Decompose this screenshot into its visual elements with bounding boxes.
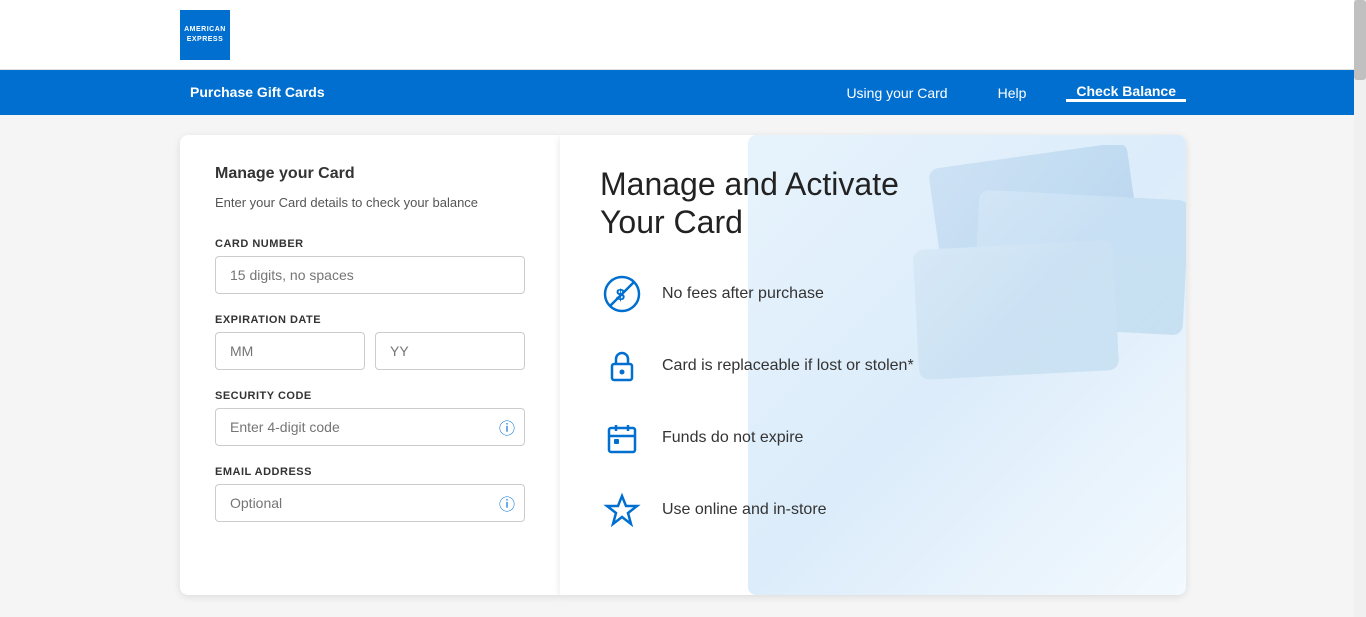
feature-no-fees: $ No fees after purchase — [600, 272, 1146, 316]
form-title: Manage your Card — [215, 165, 525, 183]
nav-left: Purchase Gift Cards — [180, 84, 836, 102]
expiration-group: EXPIRATION DATE — [215, 314, 525, 370]
navigation: Purchase Gift Cards Using your Card Help… — [0, 70, 1366, 115]
expiry-row — [215, 332, 525, 370]
email-wrapper: ⓘ — [215, 484, 525, 522]
email-help-icon[interactable]: ⓘ — [499, 491, 515, 515]
nav-right: Using your Card Help Check Balance — [836, 83, 1186, 102]
card-number-group: CARD NUMBER — [215, 238, 525, 294]
expiration-label: EXPIRATION DATE — [215, 314, 525, 326]
online-store-text: Use online and in-store — [662, 501, 827, 519]
form-subtitle: Enter your Card details to check your ba… — [215, 193, 525, 213]
lock-icon — [600, 344, 644, 388]
security-code-label: SECURITY CODE — [215, 390, 525, 402]
feature-list: $ No fees after purchase Card is replace… — [600, 272, 1146, 532]
feature-no-expiry: Funds do not expire — [600, 416, 1146, 460]
expiry-month-input[interactable] — [215, 332, 365, 370]
nav-purchase-gift-cards[interactable]: Purchase Gift Cards — [180, 84, 335, 100]
calendar-icon — [600, 416, 644, 460]
amex-logo: AMERICAN EXPRESS — [180, 10, 230, 60]
star-icon — [600, 488, 644, 532]
feature-replaceable: Card is replaceable if lost or stolen* — [600, 344, 1146, 388]
email-input[interactable] — [215, 484, 525, 522]
info-panel: Manage and Activate Your Card $ No fees … — [560, 135, 1186, 595]
email-group: EMAIL ADDRESS ⓘ — [215, 466, 525, 522]
form-panel: Manage your Card Enter your Card details… — [180, 135, 560, 595]
scrollbar-track[interactable] — [1354, 0, 1366, 617]
security-help-icon[interactable]: ⓘ — [499, 415, 515, 439]
main-content: Manage your Card Enter your Card details… — [0, 115, 1366, 615]
nav-help[interactable]: Help — [988, 83, 1037, 102]
feature-online-store: Use online and in-store — [600, 488, 1146, 532]
security-code-group: SECURITY CODE ⓘ — [215, 390, 525, 446]
email-label: EMAIL ADDRESS — [215, 466, 525, 478]
nav-check-balance[interactable]: Check Balance — [1066, 83, 1186, 102]
scrollbar-thumb[interactable] — [1354, 0, 1366, 80]
card-number-input[interactable] — [215, 256, 525, 294]
security-code-input[interactable] — [215, 408, 525, 446]
no-fee-icon: $ — [600, 272, 644, 316]
expiry-year-input[interactable] — [375, 332, 525, 370]
no-fees-text: No fees after purchase — [662, 285, 824, 303]
replaceable-text: Card is replaceable if lost or stolen* — [662, 357, 914, 375]
info-title: Manage and Activate Your Card — [600, 165, 1146, 242]
security-code-wrapper: ⓘ — [215, 408, 525, 446]
nav-using-your-card[interactable]: Using your Card — [836, 83, 957, 102]
header: AMERICAN EXPRESS — [0, 0, 1366, 70]
card-number-label: CARD NUMBER — [215, 238, 525, 250]
no-expiry-text: Funds do not expire — [662, 429, 803, 447]
